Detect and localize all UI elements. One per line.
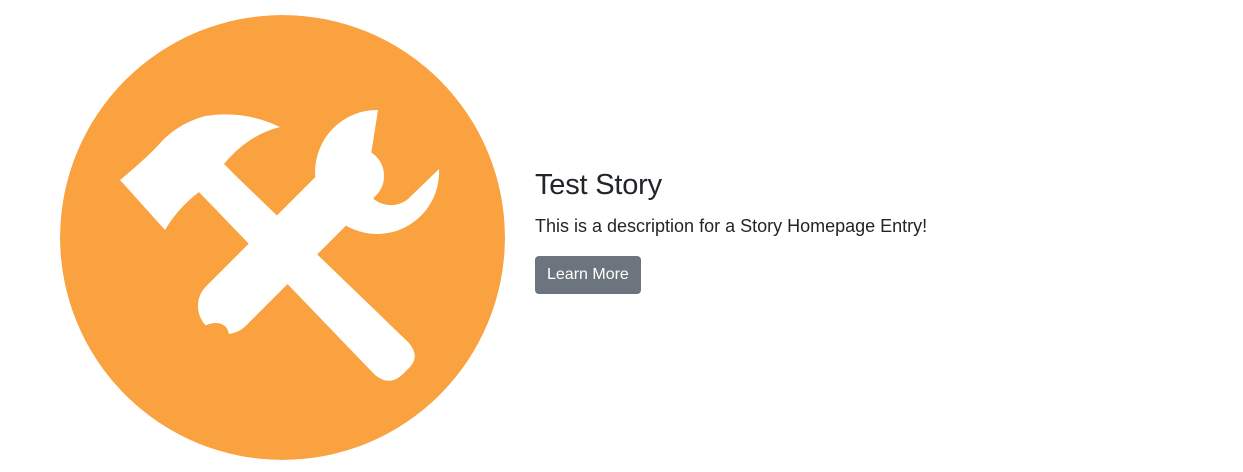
story-body: Test Story This is a description for a S… <box>535 166 1215 294</box>
story-homepage-entry: Test Story This is a description for a S… <box>0 0 1243 472</box>
story-title: Test Story <box>535 169 662 201</box>
tools-icon <box>60 15 505 460</box>
story-description: This is a description for a Story Homepa… <box>535 216 928 236</box>
learn-more-button[interactable]: Learn More <box>535 256 641 294</box>
story-image <box>60 15 505 460</box>
